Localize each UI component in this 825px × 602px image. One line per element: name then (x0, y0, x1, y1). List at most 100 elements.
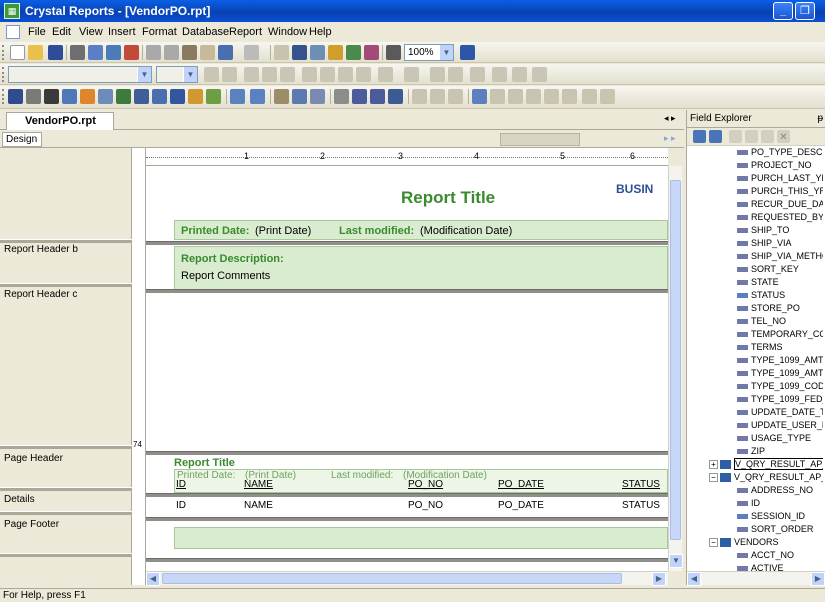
group-insert-icon[interactable] (26, 89, 41, 104)
table-node[interactable]: − V_QRY_RESULT_AP_V (709, 471, 823, 484)
field-item[interactable]: TYPE_1099_AMT_ (737, 354, 823, 367)
undo-icon[interactable] (218, 45, 233, 60)
new-icon[interactable] (10, 45, 25, 60)
formula-workshop-icon[interactable] (346, 45, 361, 60)
report-description-box[interactable]: Report Description: Report Comments (174, 246, 668, 290)
field-item[interactable]: STORE_PO (737, 302, 823, 315)
menu-report[interactable]: Report (229, 26, 262, 38)
section-report-header-c[interactable]: Report Header c (4, 289, 77, 300)
field-item[interactable]: ADDRESS_NO (737, 484, 823, 497)
redo-icon[interactable] (244, 45, 259, 60)
field-explorer-icon[interactable] (230, 89, 245, 104)
print-icon[interactable] (70, 45, 85, 60)
section-expert-icon[interactable] (328, 45, 343, 60)
minimize-button[interactable]: _ (773, 2, 793, 20)
template-icon[interactable] (364, 45, 379, 60)
field-item[interactable]: TYPE_1099_FED_ (737, 393, 823, 406)
menu-file[interactable]: File (28, 26, 46, 38)
decimal-icon[interactable] (532, 67, 547, 82)
modification-date-field[interactable]: (Modification Date) (420, 225, 512, 237)
field-item[interactable]: REQUESTED_BY (737, 211, 823, 224)
horizontal-scroll-thumb[interactable] (162, 573, 622, 584)
field-item[interactable]: TEMPORARY_COD (737, 328, 823, 341)
sql-icon[interactable] (388, 89, 403, 104)
thousands-icon[interactable] (512, 67, 527, 82)
page-header-title[interactable]: Report Title (174, 457, 235, 469)
group-icon[interactable] (274, 45, 289, 60)
field-item[interactable]: RECUR_DUE_DAY (737, 198, 823, 211)
field-item-used[interactable]: STATUS (737, 289, 823, 302)
edit-field-icon[interactable] (745, 130, 758, 143)
section-page-header[interactable]: Page Header (4, 453, 63, 464)
next-page-icon[interactable] (544, 89, 559, 104)
flash-icon[interactable] (206, 89, 221, 104)
zoom-in-icon[interactable] (412, 89, 427, 104)
insert-field-icon[interactable] (693, 130, 706, 143)
olap-icon[interactable] (80, 89, 95, 104)
field-explorer-hscrollbar[interactable]: ◀ ▶ (687, 571, 825, 586)
field-item[interactable]: PO_TYPE_DESC (737, 146, 823, 159)
field-item[interactable]: ACTIVE (737, 562, 823, 571)
menu-format[interactable]: Format (142, 26, 177, 38)
decrease-font-icon[interactable] (222, 67, 237, 82)
find-icon[interactable] (386, 45, 401, 60)
table-node[interactable]: − VENDORS (709, 536, 823, 549)
tab-scroll-icon[interactable]: ◂ ▸ (664, 113, 676, 124)
text-object-icon[interactable] (8, 89, 23, 104)
section-details[interactable]: Details (4, 494, 35, 505)
bookmark-icon[interactable] (334, 89, 349, 104)
back-icon[interactable] (582, 89, 597, 104)
last-page-icon[interactable] (562, 89, 577, 104)
new-field-icon[interactable] (729, 130, 742, 143)
field-item[interactable]: SHIP_VIA_METHO (737, 250, 823, 263)
menu-help[interactable]: Help (309, 26, 332, 38)
justify-icon[interactable] (356, 67, 371, 82)
field-item[interactable]: ID (737, 497, 823, 510)
menu-insert[interactable]: Insert (108, 26, 136, 38)
menu-edit[interactable]: Edit (52, 26, 71, 38)
first-page-icon[interactable] (508, 89, 523, 104)
browse-icon[interactable] (709, 130, 722, 143)
italic-icon[interactable] (262, 67, 277, 82)
vertical-scroll-thumb[interactable] (670, 180, 681, 540)
field-item[interactable]: SHIP_VIA (737, 237, 823, 250)
horizontal-scrollbar[interactable]: ◀ ▶ (146, 571, 668, 586)
align-center-icon[interactable] (320, 67, 335, 82)
page-nav-controls[interactable] (500, 133, 580, 146)
suppress-icon[interactable] (430, 67, 445, 82)
field-item[interactable]: SORT_ORDER (737, 523, 823, 536)
field-item[interactable]: ZIP (737, 445, 823, 458)
section-report-header-b[interactable]: Report Header b (4, 244, 78, 255)
refresh-data-icon[interactable] (472, 89, 487, 104)
field-item[interactable]: SORT_KEY (737, 263, 823, 276)
restore-button[interactable]: ❐ (795, 2, 815, 20)
detail-field-po-no[interactable]: PO_NO (408, 500, 443, 511)
help-icon[interactable] (460, 45, 475, 60)
rename-field-icon[interactable] (761, 130, 774, 143)
column-header-po-no[interactable]: PO_NO (408, 479, 443, 490)
field-item[interactable]: USAGE_TYPE (737, 432, 823, 445)
underline-icon[interactable] (280, 67, 295, 82)
menu-window[interactable]: Window (268, 26, 307, 38)
field-item[interactable]: PURCH_LAST_YR (737, 172, 823, 185)
repository-icon[interactable] (274, 89, 289, 104)
report-part-icon[interactable] (370, 89, 385, 104)
report-comments-field[interactable]: Report Comments (181, 270, 270, 282)
printed-date-box[interactable]: Printed Date: (Print Date) Last modified… (174, 220, 668, 240)
picture-icon[interactable] (152, 89, 167, 104)
font-size-select[interactable]: ▼ (156, 66, 198, 83)
subreport-icon[interactable] (98, 89, 113, 104)
document-tab[interactable]: VendorPO.rpt ✕ (6, 112, 114, 143)
font-color-icon[interactable] (378, 67, 393, 82)
detail-field-name[interactable]: NAME (244, 500, 273, 511)
increase-font-icon[interactable] (204, 67, 219, 82)
document-icon[interactable] (6, 25, 20, 39)
select-expert-icon[interactable] (310, 45, 325, 60)
field-item[interactable]: ACCT_NO (737, 549, 823, 562)
vertical-scrollbar[interactable]: ▼ (668, 166, 683, 571)
align-right-icon[interactable] (338, 67, 353, 82)
detail-field-po-date[interactable]: PO_DATE (498, 500, 544, 511)
delete-field-icon[interactable]: ✕ (777, 130, 790, 143)
paste-icon[interactable] (182, 45, 197, 60)
refresh-icon[interactable] (124, 45, 139, 60)
